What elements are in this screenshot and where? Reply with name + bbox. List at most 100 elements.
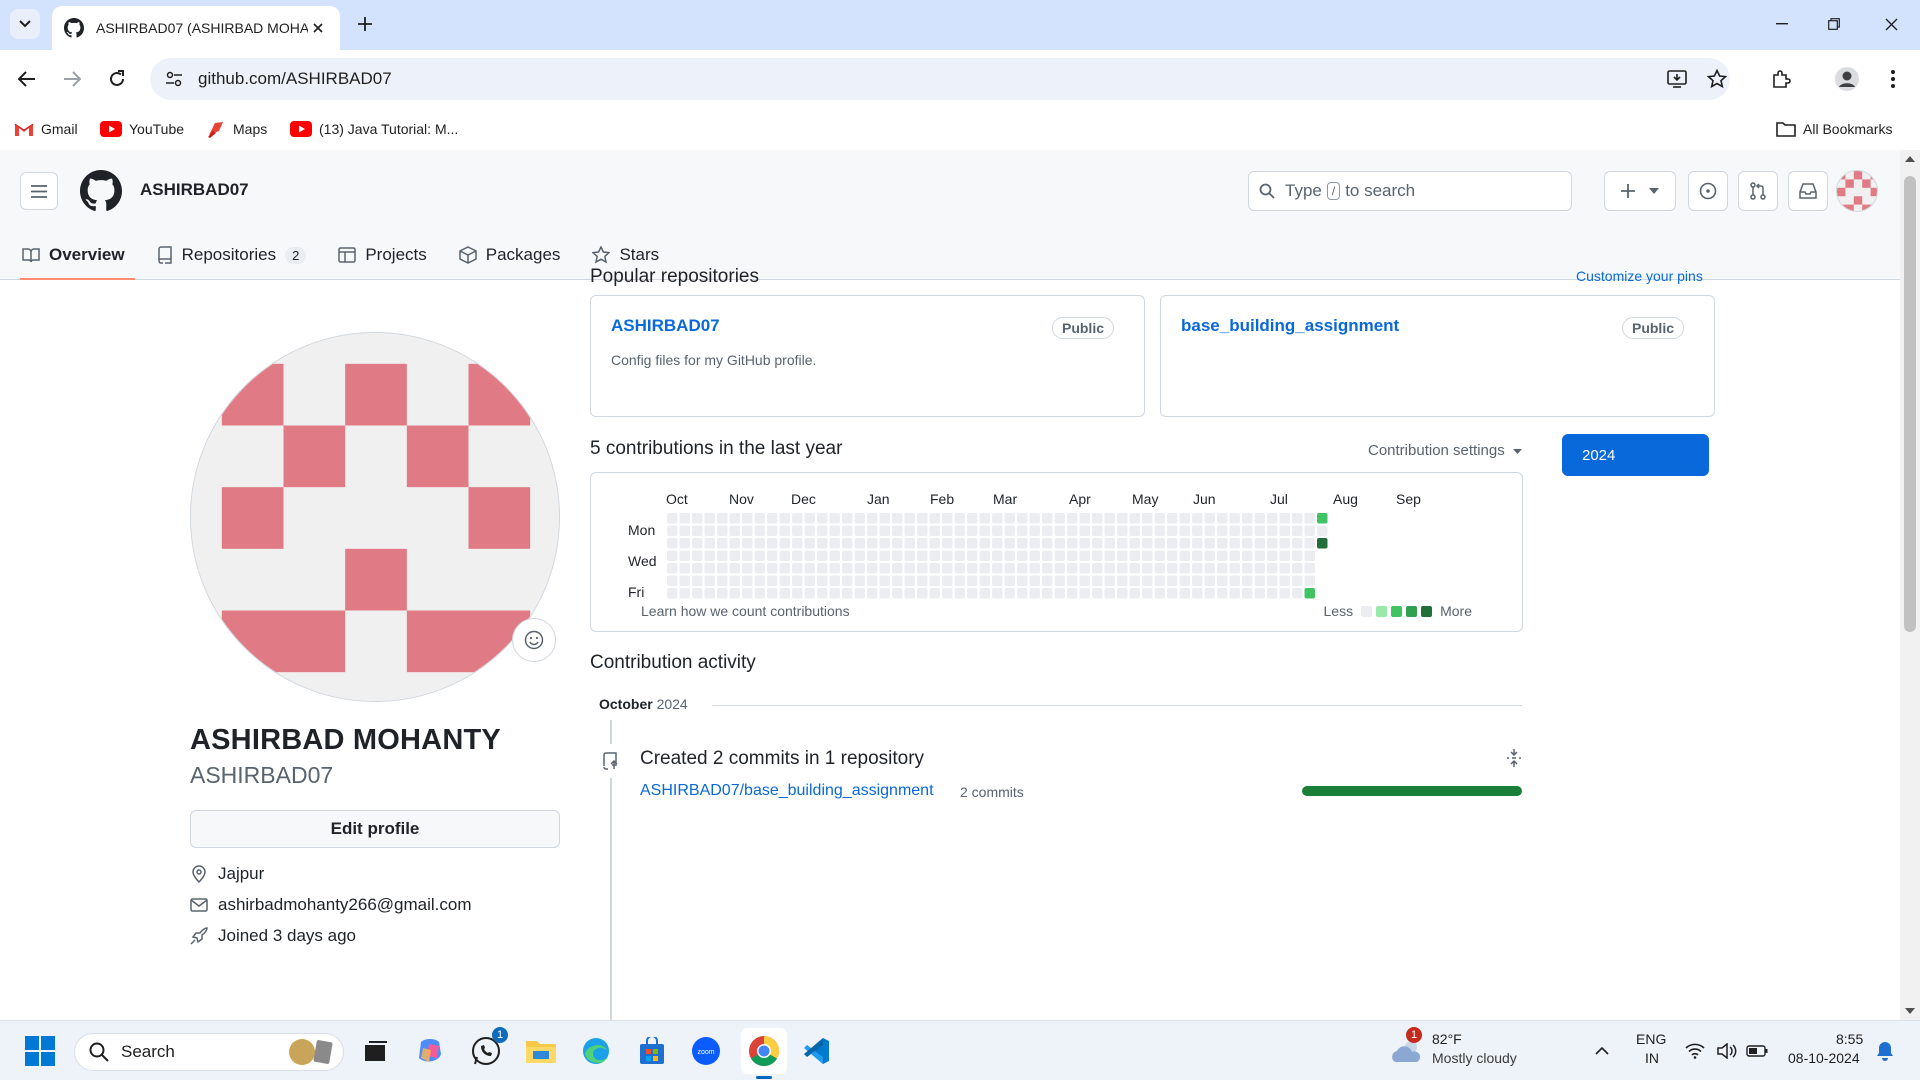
- contribution-day-cell[interactable]: [1092, 538, 1103, 549]
- contribution-day-cell[interactable]: [942, 575, 953, 587]
- contribution-day-cell[interactable]: [1217, 550, 1228, 562]
- contribution-day-cell[interactable]: [779, 525, 791, 537]
- contribution-day-cell[interactable]: [717, 588, 728, 599]
- contribution-day-cell[interactable]: [1154, 538, 1166, 549]
- contribution-day-cell[interactable]: [929, 588, 941, 599]
- minimize-button[interactable]: [1757, 6, 1807, 42]
- contribution-day-cell[interactable]: [704, 575, 716, 587]
- contribution-day-cell[interactable]: [967, 538, 978, 549]
- contribution-day-cell[interactable]: [1254, 588, 1266, 599]
- contribution-day-cell[interactable]: [667, 588, 678, 599]
- contribution-day-cell[interactable]: [1104, 525, 1116, 537]
- contribution-day-cell[interactable]: [692, 513, 703, 524]
- input-language[interactable]: ENG: [1636, 1031, 1666, 1047]
- contribution-day-cell[interactable]: [1242, 575, 1253, 587]
- contribution-day-cell[interactable]: [1142, 513, 1153, 524]
- contribution-day-cell[interactable]: [1229, 513, 1241, 524]
- contribution-day-cell[interactable]: [979, 538, 991, 549]
- taskbar-search[interactable]: Search: [74, 1033, 344, 1071]
- contribution-day-cell[interactable]: [842, 538, 853, 549]
- contribution-day-cell[interactable]: [742, 538, 753, 549]
- contribution-day-cell[interactable]: [1054, 588, 1066, 599]
- contribution-day-cell[interactable]: [1054, 513, 1066, 524]
- contribution-day-cell[interactable]: [1204, 550, 1216, 562]
- contribution-day-cell[interactable]: [1042, 525, 1053, 537]
- scrollbar-thumb[interactable]: [1904, 176, 1916, 632]
- profile-avatar[interactable]: [190, 332, 560, 702]
- all-bookmarks[interactable]: All Bookmarks: [1776, 118, 1892, 140]
- contribution-day-cell[interactable]: [792, 513, 803, 524]
- contribution-day-cell[interactable]: [717, 513, 728, 524]
- contribution-day-cell[interactable]: [942, 563, 953, 574]
- github-logo-icon[interactable]: [80, 170, 122, 212]
- contribution-day-cell[interactable]: [1154, 563, 1166, 574]
- contribution-day-cell[interactable]: [1092, 575, 1103, 587]
- scroll-down-arrow-icon[interactable]: [1905, 1008, 1915, 1014]
- contribution-day-cell[interactable]: [1279, 550, 1291, 562]
- contribution-day-cell[interactable]: [1292, 525, 1303, 537]
- vscode-icon[interactable]: [796, 1031, 836, 1071]
- contribution-day-cell[interactable]: [679, 588, 691, 599]
- contribution-day-cell[interactable]: [904, 513, 916, 524]
- contribution-day-cell[interactable]: [1267, 588, 1278, 599]
- contribution-day-cell[interactable]: [1004, 538, 1016, 549]
- new-tab-button[interactable]: [352, 11, 378, 37]
- contribution-day-cell[interactable]: [879, 563, 891, 574]
- contribution-day-cell[interactable]: [979, 513, 991, 524]
- contribution-day-cell[interactable]: [942, 588, 953, 599]
- contribution-day-cell[interactable]: [929, 563, 941, 574]
- bookmark-youtube[interactable]: YouTube: [100, 118, 184, 140]
- contribution-day-cell[interactable]: [1292, 538, 1303, 549]
- contribution-day-cell[interactable]: [1067, 588, 1078, 599]
- contribution-day-cell[interactable]: [692, 525, 703, 537]
- contribution-day-cell[interactable]: [967, 550, 978, 562]
- contribution-day-cell[interactable]: [1217, 513, 1228, 524]
- contribution-day-cell[interactable]: [1217, 575, 1228, 587]
- input-region[interactable]: IN: [1645, 1050, 1659, 1066]
- contribution-day-cell[interactable]: [1179, 588, 1191, 599]
- contribution-day-cell[interactable]: [979, 525, 991, 537]
- contribution-day-cell[interactable]: [1017, 588, 1028, 599]
- bookmark-gmail[interactable]: Gmail: [14, 118, 78, 140]
- contribution-day-cell[interactable]: [1167, 588, 1178, 599]
- contribution-day-cell[interactable]: [879, 538, 891, 549]
- contribution-day-cell[interactable]: [742, 575, 753, 587]
- email-link[interactable]: ashirbadmohanty266@gmail.com: [218, 895, 472, 915]
- contribution-day-cell[interactable]: [767, 513, 778, 524]
- contribution-day-cell[interactable]: [1254, 513, 1266, 524]
- contribution-day-cell[interactable]: [942, 513, 953, 524]
- contribution-day-cell[interactable]: [1054, 550, 1066, 562]
- site-info-icon[interactable]: [154, 58, 194, 100]
- contribution-day-cell[interactable]: [1204, 525, 1216, 537]
- contribution-day-cell[interactable]: [992, 563, 1003, 574]
- contribution-day-cell[interactable]: [1217, 588, 1228, 599]
- contribution-day-cell[interactable]: [1042, 550, 1053, 562]
- contribution-day-cell[interactable]: [892, 563, 903, 574]
- contribution-day-cell[interactable]: [829, 575, 841, 587]
- contribution-day-cell[interactable]: [992, 575, 1003, 587]
- contribution-day-cell[interactable]: [1179, 550, 1191, 562]
- contribution-day-cell[interactable]: [917, 575, 928, 587]
- contribution-day-cell[interactable]: [892, 588, 903, 599]
- contribution-day-cell[interactable]: [1304, 513, 1316, 524]
- contribution-day-cell[interactable]: [679, 538, 691, 549]
- contribution-day-cell[interactable]: [729, 575, 741, 587]
- contribution-day-cell[interactable]: [1067, 563, 1078, 574]
- contribution-day-cell[interactable]: [1079, 588, 1091, 599]
- contribution-day-cell[interactable]: [1217, 525, 1228, 537]
- contribution-day-cell[interactable]: [1192, 575, 1203, 587]
- tab-overview[interactable]: Overview: [12, 230, 135, 280]
- contribution-day-cell[interactable]: [1079, 563, 1091, 574]
- contribution-day-cell[interactable]: [1292, 588, 1303, 599]
- contribution-day-cell[interactable]: [917, 525, 928, 537]
- copilot-icon[interactable]: [410, 1031, 450, 1071]
- contribution-day-cell[interactable]: [767, 538, 778, 549]
- contribution-day-cell[interactable]: [754, 588, 766, 599]
- contribution-day-cell[interactable]: [854, 513, 866, 524]
- contribution-day-cell[interactable]: [1117, 513, 1128, 524]
- contribution-day-cell[interactable]: [1267, 575, 1278, 587]
- contribution-day-cell[interactable]: [1204, 575, 1216, 587]
- contribution-day-cell[interactable]: [1004, 525, 1016, 537]
- contribution-day-cell[interactable]: [1267, 538, 1278, 549]
- contribution-day-cell[interactable]: [1067, 575, 1078, 587]
